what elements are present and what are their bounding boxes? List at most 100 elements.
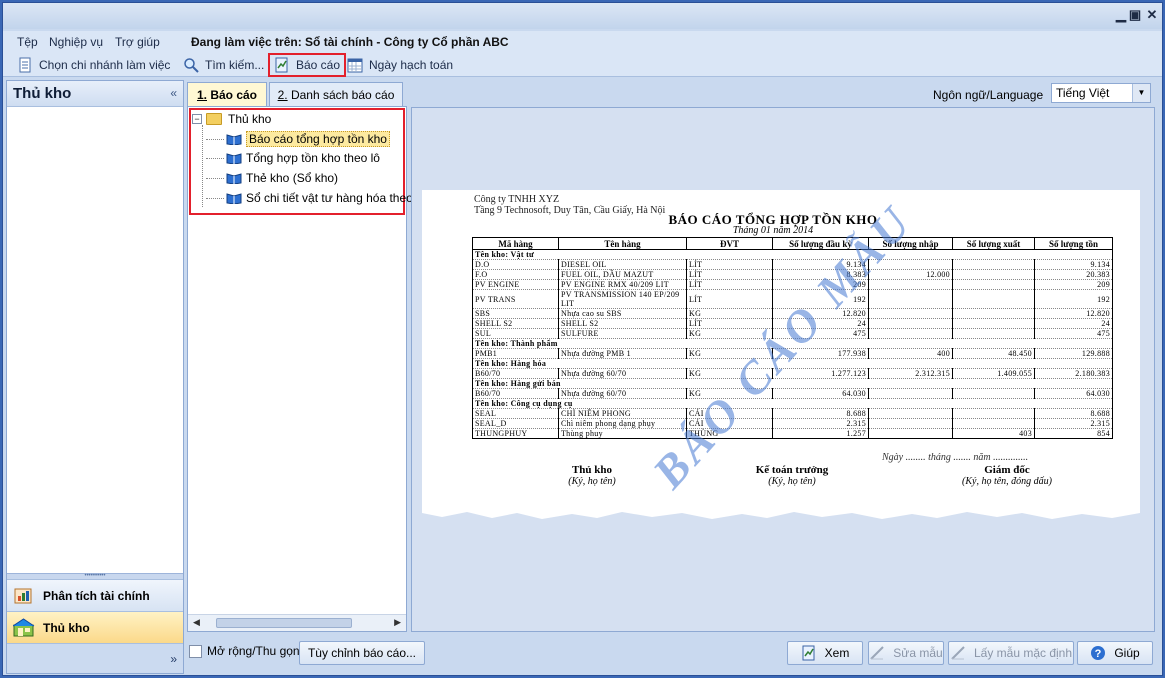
report-date-line: Ngày ........ tháng ....... năm ........…: [882, 452, 1029, 463]
table-cell: THUNGPHUY: [472, 428, 559, 439]
table-cell: 64.030: [1034, 388, 1113, 399]
warehouse-icon: [13, 617, 35, 636]
svg-text:?: ?: [1095, 648, 1102, 660]
checkbox-box[interactable]: [189, 644, 202, 658]
posting-date-label: Ngày hạch toán: [369, 58, 454, 72]
nav-warehouse-label: Thủ kho: [43, 620, 90, 635]
default-template-button[interactable]: Lấy mẫu mặc định: [948, 641, 1074, 665]
help-label: Giúp: [1114, 646, 1140, 660]
tree-item-inventory-summary[interactable]: Báo cáo tổng hợp tồn kho: [206, 131, 390, 147]
customize-report-button[interactable]: Tùy chỉnh báo cáo...: [299, 641, 425, 665]
table-cell: Nhựa cao su SBS: [558, 308, 687, 319]
tree-connector: [202, 125, 203, 207]
menu-file[interactable]: Tệp: [17, 35, 38, 49]
tree-item-material-detail-ledger[interactable]: Sổ chi tiết vật tư hàng hóa theo: [206, 191, 413, 205]
table-cell: 8.688: [1034, 408, 1113, 419]
scroll-thumb[interactable]: [216, 618, 352, 628]
table-cell: PV TRANS: [472, 289, 559, 309]
table-cell: LÍT: [686, 269, 773, 280]
nav-financial-analysis[interactable]: Phân tích tài chính: [7, 579, 183, 611]
report-preview-panel: Ngôn ngữ/Language Tiếng Việt ▼ Công ty T…: [411, 82, 1155, 632]
help-icon: ?: [1091, 646, 1106, 660]
language-label: Ngôn ngữ/Language: [933, 88, 1044, 102]
signature-title: Giám đốc: [984, 464, 1030, 476]
tab-report-list[interactable]: 2. Danh sách báo cáo: [269, 82, 403, 106]
table-cell: F.O: [472, 269, 559, 280]
report-group-label: Tên kho: Vật tư: [472, 249, 1113, 260]
expand-collapse-checkbox[interactable]: Mở rộng/Thu gọn: [189, 644, 300, 658]
table-cell: PV ENGINE: [472, 279, 559, 290]
view-button[interactable]: Xem: [787, 641, 863, 665]
signature-note: (Ký, họ tên, đóng dấu): [962, 476, 1052, 487]
table-cell: 12.820: [1034, 308, 1113, 319]
language-select[interactable]: Tiếng Việt ▼: [1051, 83, 1151, 103]
table-cell: 400: [868, 348, 953, 359]
bottom-bar: Mở rộng/Thu gọn Tùy chỉnh báo cáo... Xem…: [3, 637, 1162, 673]
tree-item-label: Báo cáo tổng hợp tồn kho: [246, 131, 390, 147]
table-cell: PMB1: [472, 348, 559, 359]
col-header: Số lượng xuất: [952, 237, 1035, 250]
table-cell: 1.409.055: [952, 368, 1035, 379]
table-cell: 192: [1034, 289, 1113, 309]
menu-operations[interactable]: Nghiệp vụ: [49, 35, 103, 49]
report-tree-panel: − Thủ kho Báo cáo tổng hợp tồn kho Tổng …: [187, 106, 413, 632]
tree-item-stock-card[interactable]: Thẻ kho (Sổ kho): [206, 171, 338, 185]
col-header: ĐVT: [686, 237, 773, 250]
choose-branch-button[interactable]: Chọn chi nhánh làm việc: [17, 56, 170, 74]
menu-help[interactable]: Trợ giúp: [115, 35, 160, 49]
chevron-down-icon[interactable]: ▼: [1132, 84, 1150, 102]
table-cell: [952, 269, 1035, 280]
posting-date-button[interactable]: Ngày hạch toán: [347, 56, 453, 74]
tab-report[interactable]: 1. Báo cáo: [187, 82, 267, 106]
close-icon[interactable]: ✕: [1144, 8, 1160, 22]
report-icon: [802, 645, 815, 661]
maximize-icon[interactable]: ▣: [1127, 8, 1143, 22]
report-group-row: Tên kho: Vật tư: [472, 249, 1113, 260]
scroll-left-icon[interactable]: ◀: [193, 617, 200, 628]
default-template-label: Lấy mẫu mặc định: [973, 646, 1073, 660]
table-cell: 9.134: [1034, 259, 1113, 270]
report-period: Tháng 01 năm 2014: [732, 225, 814, 236]
tree-horizontal-scrollbar[interactable]: ◀ ▶: [188, 614, 406, 631]
tree-root-label: Thủ kho: [228, 112, 272, 126]
table-row: D.O DIESEL OIL LÍT 9.134 9.134: [472, 259, 1113, 270]
table-cell: 854: [1034, 428, 1113, 439]
table-cell: SULFURE: [558, 328, 687, 339]
table-cell: 2.312.315: [868, 368, 953, 379]
table-cell: 475: [1034, 328, 1113, 339]
table-cell: [868, 308, 953, 319]
tab-report-label: 1. Báo cáo: [196, 87, 258, 102]
left-navigation-pane: Thủ kho « •••••••••• Phân tích tài chính…: [6, 80, 184, 674]
scroll-right-icon[interactable]: ▶: [394, 617, 401, 628]
report-group-label: Tên kho: Công cụ dụng cụ: [472, 398, 1113, 409]
report-group-row: Tên kho: Công cụ dụng cụ: [472, 398, 1113, 409]
title-bar: ▁ ▣ ✕: [3, 3, 1162, 29]
edit-template-button[interactable]: Sửa mẫu: [868, 641, 944, 665]
table-cell: PV ENGINE RMX 40/209 LIT: [558, 279, 687, 290]
tree-item-inventory-by-lot[interactable]: Tổng hợp tồn kho theo lô: [206, 151, 380, 165]
help-button[interactable]: ? Giúp: [1077, 641, 1153, 665]
table-cell: SHELL S2: [558, 318, 687, 329]
table-cell: SEAL: [472, 408, 559, 419]
table-cell: 2.315: [772, 418, 869, 429]
search-button[interactable]: Tìm kiếm...: [183, 56, 264, 74]
report-book-icon: [226, 193, 242, 204]
table-cell: [868, 279, 953, 290]
table-cell: Nhựa đường 60/70: [558, 388, 687, 399]
edit-template-icon: [870, 646, 885, 660]
collapse-node-icon[interactable]: −: [192, 114, 202, 124]
report-company: Công ty TNHH XYZ: [474, 194, 560, 205]
table-cell: [952, 328, 1035, 339]
signature-chief-accountant: Kế toán trưởng (Ký, họ tên): [722, 464, 862, 487]
collapse-pane-icon[interactable]: «: [170, 86, 177, 100]
finance-analysis-icon: [14, 588, 32, 603]
table-cell: [868, 289, 953, 309]
table-cell: 48.450: [952, 348, 1035, 359]
tree-root-warehouse[interactable]: − Thủ kho: [192, 112, 271, 126]
table-cell: LÍT: [686, 289, 773, 309]
table-cell: 1.257: [772, 428, 869, 439]
report-button[interactable]: Báo cáo: [268, 53, 347, 77]
language-value: Tiếng Việt: [1056, 86, 1110, 100]
table-cell: 209: [1034, 279, 1113, 290]
torn-edge: [422, 512, 1140, 520]
